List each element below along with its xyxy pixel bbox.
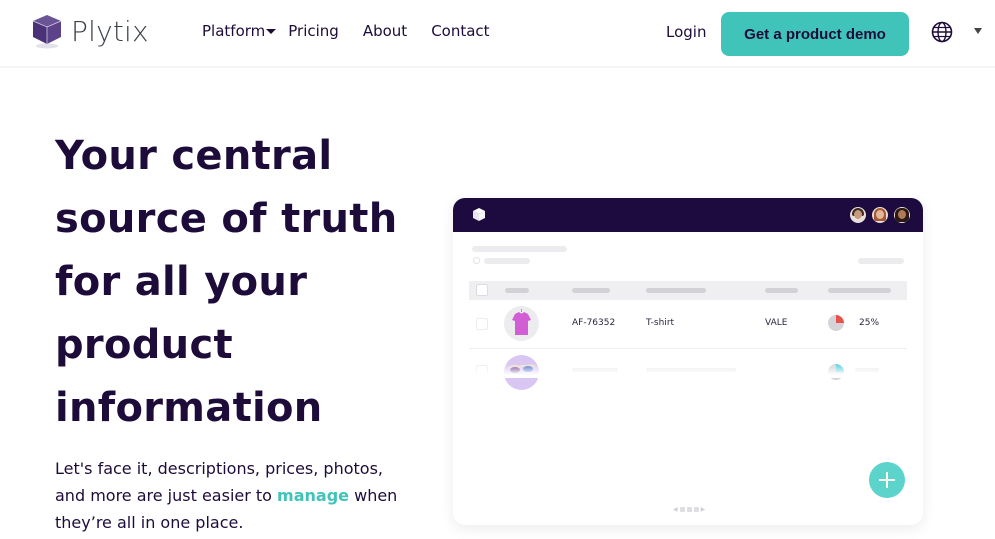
completeness-cell: 25% [859,318,880,328]
nav-about[interactable]: About [363,22,407,40]
column-header-placeholder [572,288,610,293]
hero-subtitle: Let's face it, descriptions, prices, pho… [55,455,415,536]
column-header-placeholder [505,288,529,293]
chevron-left-icon[interactable]: ◀ [673,506,678,513]
hero-title-line: product [55,322,233,368]
column-header-placeholder [765,288,798,293]
globe-icon[interactable] [931,21,953,43]
pager-dot[interactable] [679,507,685,512]
sku-cell: AF-76352 [572,318,616,328]
hero-title-line: information [55,385,323,431]
hero-title-line: source of truth [55,196,398,242]
completeness-pie [828,315,844,331]
get-demo-button[interactable]: Get a product demo [721,12,909,56]
cube-logo-icon [32,15,62,49]
language-dropdown-caret-icon[interactable] [974,28,982,34]
nav-platform[interactable]: Platform [202,22,277,40]
add-product-button[interactable] [869,462,905,498]
column-header-placeholder [828,288,891,293]
column-header-placeholder [646,288,706,293]
plus-icon [879,472,895,488]
avatar [872,207,888,223]
pager-dot[interactable] [686,507,692,512]
hero-title: Your central source of truth for all you… [55,125,425,440]
cube-logo-icon [473,208,485,221]
brand-cell: VALE [765,318,788,328]
row-checkbox[interactable] [476,318,488,330]
list-fade [453,364,923,378]
nav-contact[interactable]: Contact [431,22,489,40]
hero-title-line: Your central [55,133,333,179]
main-nav: Platform Pricing About Contact [202,22,490,40]
pager-dot[interactable] [693,507,699,512]
login-link[interactable]: Login [666,23,706,41]
app-preview: AF-76352 T-shirt VALE 25% ◀ ▶ [453,198,923,525]
chevron-down-icon [266,29,277,34]
app-preview-topbar [453,198,923,232]
carousel-pager: ◀ ▶ [673,506,705,513]
brand-logo[interactable]: Plytix [31,13,149,49]
chevron-right-icon[interactable]: ▶ [701,506,706,513]
brand-name: Plytix [71,14,149,48]
placeholder-bar [484,258,530,264]
nav-pricing[interactable]: Pricing [288,22,339,40]
select-all-checkbox[interactable] [476,284,488,296]
hero-subtitle-accent: manage [277,486,350,505]
product-thumbnail [504,306,539,341]
site-header: Plytix Platform Pricing About Contact Lo… [0,0,995,68]
avatar [894,207,910,223]
placeholder-bar [472,246,567,252]
search-icon [473,257,480,264]
tshirt-icon [512,309,531,335]
placeholder-bar [858,258,904,264]
row-divider [469,348,907,349]
avatar [850,207,866,223]
hero-title-line: for all your [55,259,308,305]
table-header [469,281,907,300]
product-name-cell: T-shirt [646,318,675,328]
nav-platform-label: Platform [202,22,266,40]
